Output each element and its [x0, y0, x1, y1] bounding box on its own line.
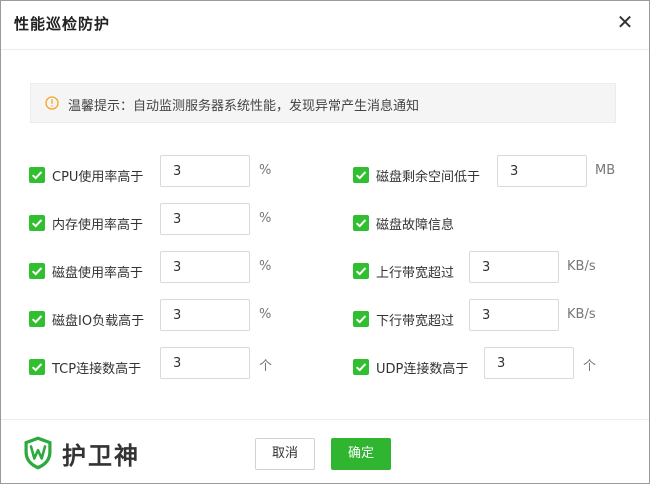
- setting-tcp-connections: TCP连接数高于 个: [29, 347, 289, 387]
- check-icon: [355, 315, 367, 324]
- memory-usage-checkbox[interactable]: [29, 215, 45, 231]
- setting-memory-usage: 内存使用率高于 %: [29, 203, 289, 243]
- disk-io-load-label: 磁盘IO负载高于: [52, 314, 145, 329]
- disk-free-space-unit: MB: [595, 163, 616, 178]
- check-icon: [355, 363, 367, 372]
- cpu-usage-label: CPU使用率高于: [52, 170, 144, 185]
- shield-w-logo-icon: [24, 436, 52, 470]
- cpu-usage-checkbox[interactable]: [29, 167, 45, 183]
- check-icon: [355, 219, 367, 228]
- memory-usage-unit: %: [259, 211, 272, 226]
- setting-download-bandwidth: 下行带宽超过 KB/s: [353, 299, 613, 339]
- setting-upload-bandwidth: 上行带宽超过 KB/s: [353, 251, 613, 291]
- download-bandwidth-label: 下行带宽超过: [376, 314, 455, 329]
- tcp-connections-unit: 个: [259, 359, 273, 374]
- check-icon: [31, 363, 43, 372]
- dialog-title-bar: 性能巡检防护 ✕: [1, 1, 649, 50]
- disk-free-space-label: 磁盘剩余空间低于: [376, 170, 481, 185]
- disk-fault-label: 磁盘故障信息: [376, 218, 455, 233]
- disk-usage-input[interactable]: [160, 251, 250, 283]
- disk-free-space-checkbox[interactable]: [353, 167, 369, 183]
- check-icon: [31, 315, 43, 324]
- setting-udp-connections: UDP连接数高于 个: [353, 347, 613, 387]
- tip-banner: 温馨提示：自动监测服务器系统性能，发现异常产生消息通知: [30, 83, 616, 123]
- setting-disk-usage: 磁盘使用率高于 %: [29, 251, 289, 291]
- dialog-footer: 护卫神 取消 确定: [1, 419, 649, 483]
- udp-connections-label: UDP连接数高于: [376, 362, 469, 377]
- download-bandwidth-checkbox[interactable]: [353, 311, 369, 327]
- memory-usage-input[interactable]: [160, 203, 250, 235]
- udp-connections-input[interactable]: [484, 347, 574, 379]
- tip-text: 温馨提示：自动监测服务器系统性能，发现异常产生消息通知: [68, 99, 420, 114]
- setting-disk-io-load: 磁盘IO负载高于 %: [29, 299, 289, 339]
- setting-disk-free-space: 磁盘剩余空间低于 MB: [353, 155, 633, 195]
- tcp-connections-input[interactable]: [160, 347, 250, 379]
- setting-disk-fault: 磁盘故障信息: [353, 203, 613, 243]
- disk-io-load-unit: %: [259, 307, 272, 322]
- check-icon: [31, 267, 43, 276]
- disk-usage-unit: %: [259, 259, 272, 274]
- download-bandwidth-unit: KB/s: [567, 307, 596, 322]
- upload-bandwidth-unit: KB/s: [567, 259, 596, 274]
- upload-bandwidth-input[interactable]: [469, 251, 559, 283]
- upload-bandwidth-label: 上行带宽超过: [376, 266, 455, 281]
- tcp-connections-label: TCP连接数高于: [52, 362, 142, 377]
- cpu-usage-input[interactable]: [160, 155, 250, 187]
- warning-circle-icon: [45, 96, 59, 110]
- disk-usage-checkbox[interactable]: [29, 263, 45, 279]
- cpu-usage-unit: %: [259, 163, 272, 178]
- setting-cpu-usage: CPU使用率高于 %: [29, 155, 289, 195]
- download-bandwidth-input[interactable]: [469, 299, 559, 331]
- performance-inspection-dialog: 性能巡检防护 ✕ 温馨提示：自动监测服务器系统性能，发现异常产生消息通知 CPU…: [0, 0, 650, 484]
- close-icon[interactable]: ✕: [613, 11, 637, 35]
- disk-fault-checkbox[interactable]: [353, 215, 369, 231]
- disk-usage-label: 磁盘使用率高于: [52, 266, 144, 281]
- tcp-connections-checkbox[interactable]: [29, 359, 45, 375]
- cancel-button[interactable]: 取消: [255, 438, 315, 470]
- check-icon: [355, 267, 367, 276]
- udp-connections-checkbox[interactable]: [353, 359, 369, 375]
- check-icon: [31, 171, 43, 180]
- upload-bandwidth-checkbox[interactable]: [353, 263, 369, 279]
- dialog-title: 性能巡检防护: [14, 15, 111, 33]
- disk-io-load-input[interactable]: [160, 299, 250, 331]
- check-icon: [355, 171, 367, 180]
- disk-io-load-checkbox[interactable]: [29, 311, 45, 327]
- memory-usage-label: 内存使用率高于: [52, 218, 144, 233]
- logo-text: 护卫神: [62, 442, 140, 470]
- ok-button[interactable]: 确定: [331, 438, 391, 470]
- check-icon: [31, 219, 43, 228]
- udp-connections-unit: 个: [583, 359, 597, 374]
- disk-free-space-input[interactable]: [497, 155, 587, 187]
